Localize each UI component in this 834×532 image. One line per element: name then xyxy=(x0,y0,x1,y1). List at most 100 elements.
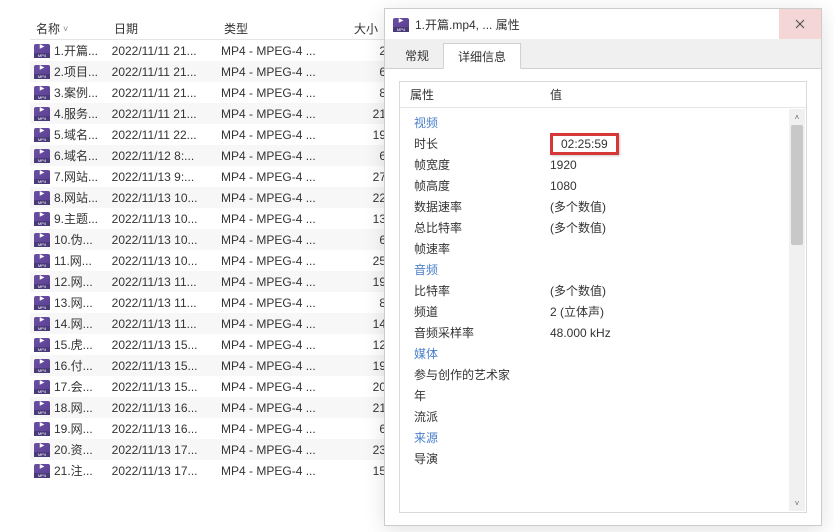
file-type: MP4 - MPEG-4 ... xyxy=(221,107,350,121)
file-row[interactable]: MP47.网站...2022/11/13 9:...MP4 - MPEG-4 .… xyxy=(30,166,400,187)
file-type: MP4 - MPEG-4 ... xyxy=(221,128,350,142)
file-row[interactable]: MP4 10.伪...2022/11/13 10...MP4 - MPEG-4 .… xyxy=(30,229,400,250)
prop-data-rate[interactable]: 数据速率(多个数值) xyxy=(400,196,806,217)
file-row[interactable]: MP415.虎...2022/11/13 15...MP4 - MPEG-4 .… xyxy=(30,334,400,355)
props-frame: 属性 值 视频 时长 02:25:59 帧宽度1920 帧高度1080 数据速率… xyxy=(399,81,807,513)
file-type: MP4 - MPEG-4 ... xyxy=(221,338,350,352)
file-name: 1.开篇... xyxy=(54,42,112,59)
prop-director[interactable]: 导演 xyxy=(400,448,806,469)
file-date: 2022/11/13 17... xyxy=(112,464,221,478)
file-name: 4.服务... xyxy=(54,105,112,122)
file-name: 6.域名... xyxy=(54,147,112,164)
file-row[interactable]: MP414.网...2022/11/13 11...MP4 - MPEG-4 .… xyxy=(30,313,400,334)
file-date: 2022/11/11 21... xyxy=(112,86,221,100)
mp4-file-icon: MP4 xyxy=(34,359,50,372)
mp4-file-icon: MP4 xyxy=(34,170,50,183)
file-type: MP4 - MPEG-4 ... xyxy=(221,212,350,226)
mp4-file-icon: MP4 xyxy=(34,191,50,204)
props-content: 视频 时长 02:25:59 帧宽度1920 帧高度1080 数据速率(多个数值… xyxy=(400,108,806,473)
file-row[interactable]: MP421.注...2022/11/13 17...MP4 - MPEG-4 .… xyxy=(30,460,400,481)
tab-general[interactable]: 常规 xyxy=(391,43,443,69)
file-name: 10.伪... xyxy=(54,231,112,248)
file-date: 2022/11/12 8:... xyxy=(112,149,221,163)
file-type: MP4 - MPEG-4 ... xyxy=(221,275,350,289)
mp4-file-icon: MP4 xyxy=(34,401,50,414)
file-type: MP4 - MPEG-4 ... xyxy=(221,170,350,184)
props-header-value[interactable]: 值 xyxy=(540,86,806,103)
file-row[interactable]: MP420.资...2022/11/13 17...MP4 - MPEG-4 .… xyxy=(30,439,400,460)
col-header-date[interactable]: 日期 xyxy=(108,20,218,37)
props-header-property[interactable]: 属性 xyxy=(400,86,540,103)
file-date: 2022/11/13 10... xyxy=(112,233,221,247)
close-button[interactable] xyxy=(779,9,821,39)
col-header-type[interactable]: 类型 xyxy=(218,20,348,37)
scrollbar-thumb[interactable] xyxy=(791,125,803,245)
file-date: 2022/11/13 15... xyxy=(112,359,221,373)
file-date: 2022/11/13 10... xyxy=(112,254,221,268)
mp4-file-icon: MP4 xyxy=(34,380,50,393)
dialog-body: 属性 值 视频 时长 02:25:59 帧宽度1920 帧高度1080 数据速率… xyxy=(385,69,821,525)
file-row[interactable]: MP413.网...2022/11/13 11...MP4 - MPEG-4 .… xyxy=(30,292,400,313)
file-row[interactable]: MP45.域名...2022/11/11 22...MP4 - MPEG-4 .… xyxy=(30,124,400,145)
file-row[interactable]: MP418.网...2022/11/13 16...MP4 - MPEG-4 .… xyxy=(30,397,400,418)
file-type: MP4 - MPEG-4 ... xyxy=(221,296,350,310)
prop-sample-rate[interactable]: 音频采样率48.000 kHz xyxy=(400,322,806,343)
mp4-file-icon: MP4 xyxy=(34,338,50,351)
file-row[interactable]: MP43.案例...2022/11/11 21...MP4 - MPEG-4 .… xyxy=(30,82,400,103)
prop-genre[interactable]: 流派 xyxy=(400,406,806,427)
file-date: 2022/11/13 10... xyxy=(112,212,221,226)
file-date: 2022/11/13 10... xyxy=(112,191,221,205)
file-row[interactable]: MP46.域名...2022/11/12 8:...MP4 - MPEG-4 .… xyxy=(30,145,400,166)
file-row[interactable]: MP44.服务...2022/11/11 21...MP4 - MPEG-4 .… xyxy=(30,103,400,124)
properties-dialog: MP4 1.开篇.mp4, ... 属性 常规 详细信息 属性 值 视频 时长 … xyxy=(384,8,822,526)
prop-frame-rate[interactable]: 帧速率 xyxy=(400,238,806,259)
prop-height[interactable]: 帧高度1080 xyxy=(400,175,806,196)
file-date: 2022/11/11 22... xyxy=(112,128,221,142)
file-row[interactable]: MP49.主题...2022/11/13 10...MP4 - MPEG-4 .… xyxy=(30,208,400,229)
col-header-name[interactable]: 名称˅ xyxy=(30,20,108,37)
mp4-file-icon: MP4 xyxy=(34,422,50,435)
prop-width[interactable]: 帧宽度1920 xyxy=(400,154,806,175)
file-name: 14.网... xyxy=(54,315,112,332)
dialog-titlebar[interactable]: MP4 1.开篇.mp4, ... 属性 xyxy=(385,9,821,39)
file-date: 2022/11/13 11... xyxy=(112,317,221,331)
file-date: 2022/11/13 11... xyxy=(112,275,221,289)
mp4-file-icon: MP4 xyxy=(34,65,50,78)
file-name: 21.注... xyxy=(54,462,112,479)
prop-bitrate[interactable]: 比特率(多个数值) xyxy=(400,280,806,301)
file-type: MP4 - MPEG-4 ... xyxy=(221,233,350,247)
prop-artist[interactable]: 参与创作的艺术家 xyxy=(400,364,806,385)
tab-details[interactable]: 详细信息 xyxy=(443,43,521,69)
file-row[interactable]: MP42.项目...2022/11/11 21...MP4 - MPEG-4 .… xyxy=(30,61,400,82)
mp4-file-icon: MP4 xyxy=(34,233,50,246)
file-row[interactable]: MP48.网站...2022/11/13 10...MP4 - MPEG-4 .… xyxy=(30,187,400,208)
scrollbar-up-icon[interactable]: ˄ xyxy=(789,109,805,125)
props-scroll: 视频 时长 02:25:59 帧宽度1920 帧高度1080 数据速率(多个数值… xyxy=(400,108,806,512)
file-row[interactable]: MP416.付...2022/11/13 15...MP4 - MPEG-4 .… xyxy=(30,355,400,376)
mp4-file-icon: MP4 xyxy=(34,149,50,162)
section-audio: 音频 xyxy=(400,259,806,280)
file-type: MP4 - MPEG-4 ... xyxy=(221,443,350,457)
prop-total-bitrate[interactable]: 总比特率(多个数值) xyxy=(400,217,806,238)
file-name: 8.网站... xyxy=(54,189,112,206)
prop-year[interactable]: 年 xyxy=(400,385,806,406)
scrollbar-down-icon[interactable]: ˅ xyxy=(789,495,805,511)
file-date: 2022/11/13 17... xyxy=(112,443,221,457)
mp4-file-icon: MP4 xyxy=(393,18,409,31)
prop-duration[interactable]: 时长 02:25:59 xyxy=(400,133,806,154)
file-date: 2022/11/13 16... xyxy=(112,422,221,436)
file-row[interactable]: MP419.网...2022/11/13 16...MP4 - MPEG-4 .… xyxy=(30,418,400,439)
file-name: 7.网站... xyxy=(54,168,112,185)
file-name: 13.网... xyxy=(54,294,112,311)
scrollbar[interactable]: ˄ ˅ xyxy=(789,109,805,511)
file-row[interactable]: MP417.会...2022/11/13 15...MP4 - MPEG-4 .… xyxy=(30,376,400,397)
file-row[interactable]: MP411.网...2022/11/13 10...MP4 - MPEG-4 .… xyxy=(30,250,400,271)
file-name: 5.域名... xyxy=(54,126,112,143)
dialog-tabs: 常规 详细信息 xyxy=(385,39,821,69)
prop-channels[interactable]: 频道2 (立体声) xyxy=(400,301,806,322)
file-row[interactable]: MP41.开篇...2022/11/11 21...MP4 - MPEG-4 .… xyxy=(30,40,400,61)
dialog-title: 1.开篇.mp4, ... 属性 xyxy=(415,16,779,33)
file-row[interactable]: MP412.网...2022/11/13 11...MP4 - MPEG-4 .… xyxy=(30,271,400,292)
file-type: MP4 - MPEG-4 ... xyxy=(221,254,350,268)
file-name: 18.网... xyxy=(54,399,112,416)
